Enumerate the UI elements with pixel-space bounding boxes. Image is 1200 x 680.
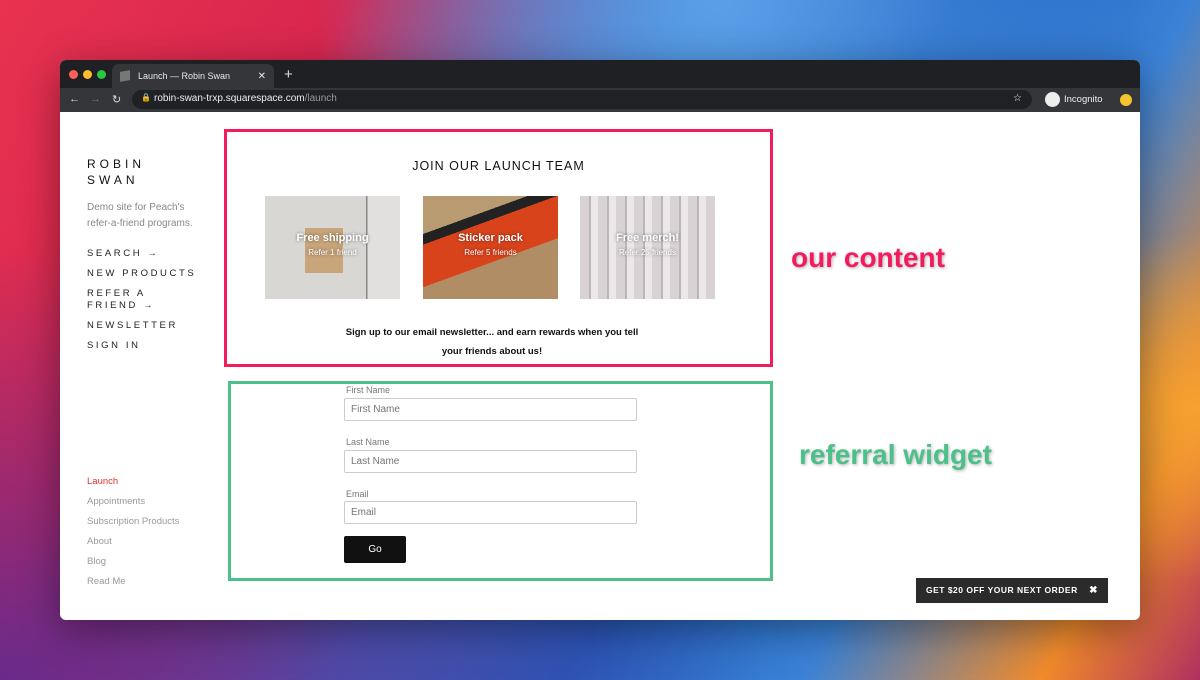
url-path: /launch	[304, 93, 337, 104]
annotation-our-content: our content	[791, 242, 945, 273]
last-name-label: Last Name	[346, 437, 390, 447]
reward-card: Free merch! Refer 25 friends	[580, 196, 715, 299]
reward-title: Free shipping	[296, 232, 369, 244]
site-tagline: Demo site for Peach's refer-a-friend pro…	[87, 202, 193, 229]
reward-card: Free shipping Refer 1 friend	[265, 196, 400, 299]
reward-subtitle: Refer 25 friends	[619, 248, 676, 257]
promo-text: GET $20 OFF YOUR NEXT ORDER	[926, 585, 1078, 595]
email-label: Email	[346, 489, 369, 499]
url-input[interactable]: 🔒 robin-swan-trxp.squarespace.com/launch ☆	[132, 90, 1032, 109]
browser-window: Launch — Robin Swan ✕ + ← → ↻ 🔒 robin-swan…	[60, 60, 1140, 620]
profile-label: Incognito	[1064, 94, 1103, 105]
favicon-icon	[120, 70, 130, 82]
promo-banner[interactable]: GET $20 OFF YOUR NEXT ORDER ✖	[916, 578, 1108, 603]
reward-title: Sticker pack	[458, 232, 523, 244]
brand-line: SWAN	[87, 173, 139, 187]
bookmark-star-icon[interactable]: ☆	[1013, 93, 1022, 104]
annotation-referral-widget: referral widget	[799, 439, 992, 470]
tab-title: Launch — Robin Swan	[138, 71, 231, 81]
reward-title: Free merch!	[616, 232, 679, 244]
first-name-label: First Name	[346, 385, 391, 395]
main-nav: SEARCH → NEW PRODUCTS REFER A FRIEND → N…	[87, 248, 197, 360]
nav-search[interactable]: SEARCH →	[87, 248, 197, 260]
last-name-input[interactable]	[344, 450, 637, 473]
url-host: robin-swan-trxp.squarespace.com	[154, 93, 305, 104]
incognito-icon	[1045, 92, 1060, 107]
extension-icon[interactable]	[1120, 94, 1132, 106]
tab-bar: Launch — Robin Swan ✕ +	[60, 60, 1140, 88]
new-tab-icon[interactable]: +	[284, 66, 293, 83]
page-nav: Launch Appointments Subscription Product…	[87, 476, 217, 596]
reload-icon[interactable]: ↻	[112, 93, 121, 106]
lock-icon: 🔒	[141, 93, 151, 102]
address-bar-row: ← → ↻ 🔒 robin-swan-trxp.squarespace.com/l…	[60, 88, 1140, 112]
page-link-launch[interactable]: Launch	[87, 476, 217, 496]
page-content: ROBIN SWAN Demo site for Peach's refer-a-…	[60, 112, 1140, 620]
page-link-appointments[interactable]: Appointments	[87, 496, 217, 516]
incognito-profile[interactable]: Incognito	[1045, 90, 1103, 109]
nav-newsletter[interactable]: NEWSLETTER	[87, 320, 197, 332]
browser-tab[interactable]: Launch — Robin Swan ✕	[112, 64, 274, 88]
email-input[interactable]	[344, 501, 637, 524]
minimize-window-button[interactable]	[83, 70, 92, 79]
reward-subtitle: Refer 1 friend	[308, 248, 357, 257]
content-highlight-box: JOIN OUR LAUNCH TEAM Free shipping Refer …	[224, 129, 773, 367]
widget-highlight-box: First Name Last Name Email Go	[228, 381, 773, 581]
launch-description: Sign up to our email newsletter... and e…	[345, 327, 639, 357]
nav-refer-a-friend[interactable]: REFER A FRIEND →	[87, 288, 157, 312]
first-name-input[interactable]	[344, 398, 637, 421]
brand-line: ROBIN	[87, 157, 146, 171]
maximize-window-button[interactable]	[97, 70, 106, 79]
close-icon[interactable]: ✖	[1089, 585, 1098, 596]
page-link-read-me[interactable]: Read Me	[87, 576, 217, 596]
page-link-about[interactable]: About	[87, 536, 217, 556]
back-icon[interactable]: ←	[69, 93, 80, 105]
forward-icon[interactable]: →	[90, 93, 101, 105]
reward-subtitle: Refer 5 friends	[464, 248, 517, 257]
close-window-button[interactable]	[69, 70, 78, 79]
go-button[interactable]: Go	[344, 536, 406, 563]
nav-sign-in[interactable]: SIGN IN	[87, 340, 197, 352]
page-link-blog[interactable]: Blog	[87, 556, 217, 576]
launch-heading: JOIN OUR LAUNCH TEAM	[412, 159, 585, 173]
site-logo[interactable]: ROBIN SWAN	[87, 156, 167, 188]
nav-new-products[interactable]: NEW PRODUCTS	[87, 268, 197, 280]
close-tab-icon[interactable]: ✕	[258, 71, 266, 82]
reward-card: Sticker pack Refer 5 friends	[423, 196, 558, 299]
page-link-subscription-products[interactable]: Subscription Products	[87, 516, 217, 536]
